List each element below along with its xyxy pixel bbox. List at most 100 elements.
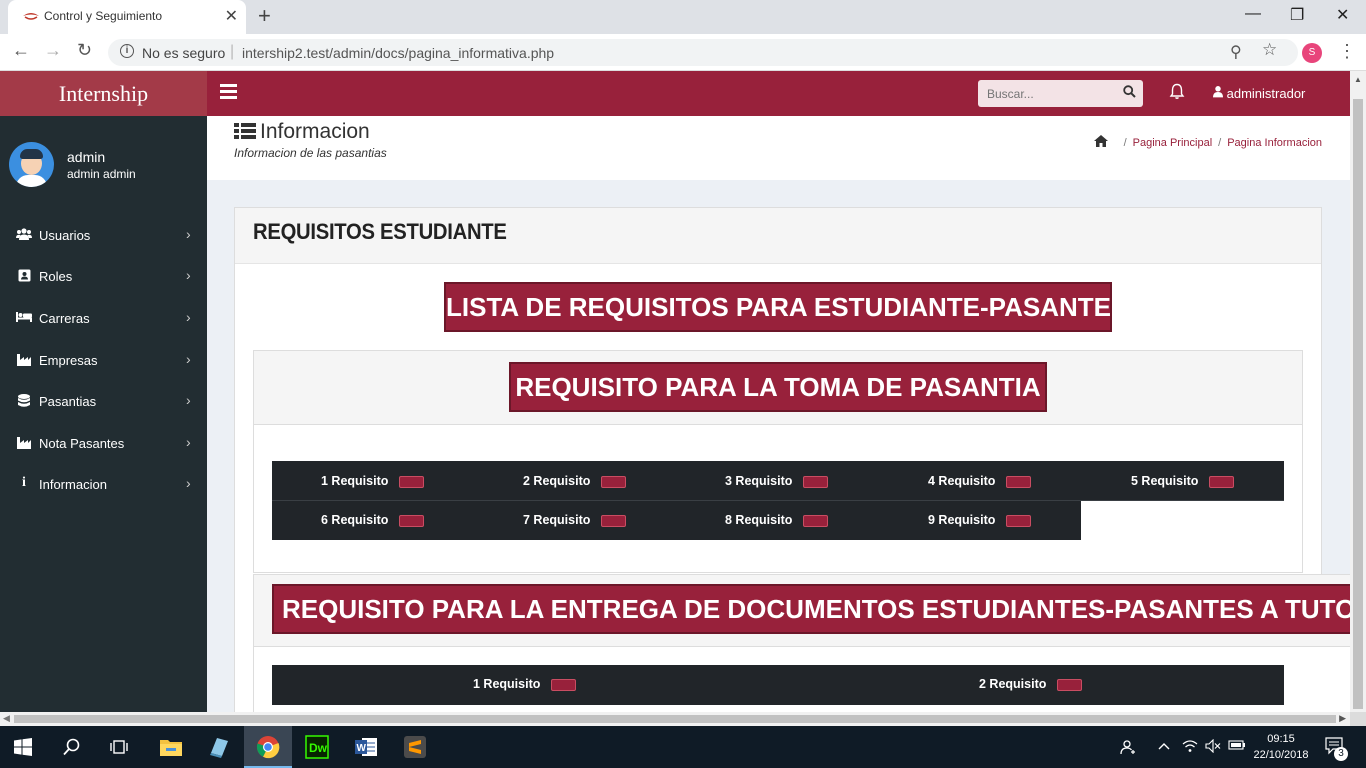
sidebar-item-label: Informacion <box>39 477 107 492</box>
scroll-up-icon[interactable]: ▲ <box>1354 75 1362 84</box>
sidebar-item-pasantias[interactable]: Pasantias › <box>0 382 207 422</box>
horizontal-scrollbar[interactable]: ◀ ▶ <box>0 712 1350 726</box>
wifi-icon[interactable] <box>1182 739 1198 756</box>
requirement-button[interactable] <box>803 476 828 488</box>
user-menu[interactable]: administrador <box>1213 85 1305 101</box>
info-icon: i <box>22 475 26 490</box>
section2-header: REQUISITO PARA LA ENTREGA DE DOCUMENTOS … <box>254 575 1350 647</box>
chevron-right-icon: › <box>186 475 191 491</box>
breadcrumb-item-informacion[interactable]: Pagina Informacion <box>1227 137 1322 149</box>
tab-close-icon[interactable]: ✕ <box>225 6 238 26</box>
chevron-right-icon: › <box>186 351 191 367</box>
site-favicon-icon <box>23 13 39 20</box>
sidebar-item-label: Carreras <box>39 311 90 326</box>
minimize-icon[interactable]: — <box>1245 5 1261 23</box>
app-icon[interactable] <box>207 735 231 759</box>
sidebar-item-label: Usuarios <box>39 228 91 243</box>
table-cell: 2 Requisito <box>474 462 676 501</box>
requirement-button[interactable] <box>551 679 576 691</box>
restore-icon[interactable]: ❐ <box>1290 5 1304 25</box>
search-icon[interactable] <box>1123 85 1136 101</box>
sidebar-user-name: admin <box>67 149 106 165</box>
requirement-label: 3 Requisito <box>725 474 793 488</box>
requirements-box: REQUISITOS ESTUDIANTE LISTA DE REQUISITO… <box>234 207 1350 712</box>
chevron-right-icon: › <box>186 226 191 242</box>
user-menu-label: administrador <box>1226 86 1306 101</box>
requirement-button[interactable] <box>1006 515 1031 527</box>
profile-avatar[interactable]: S <box>1302 43 1322 63</box>
breadcrumb-item-principal[interactable]: Pagina Principal <box>1133 137 1213 149</box>
tab-title: Control y Seguimiento <box>44 9 163 23</box>
sidebar-item-label: Empresas <box>39 353 98 368</box>
word-icon[interactable]: W <box>354 735 378 759</box>
browser-tab[interactable]: Control y Seguimiento ✕ <box>8 0 246 34</box>
top-navbar: administrador <box>207 71 1350 116</box>
new-tab-icon[interactable]: + <box>258 3 271 29</box>
forward-icon[interactable]: → <box>44 40 62 61</box>
vertical-scrollbar[interactable]: ▲ <box>1350 71 1366 712</box>
requirement-button[interactable] <box>601 476 626 488</box>
task-view-icon[interactable] <box>110 738 128 756</box>
chevron-up-icon[interactable] <box>1158 739 1170 754</box>
requirement-button[interactable] <box>399 476 424 488</box>
requirement-label: 6 Requisito <box>321 513 389 527</box>
section1-panel: REQUISITO PARA LA TOMA DE PASANTIA 1 Req… <box>253 350 1303 573</box>
system-clock[interactable]: 09:15 22/10/2018 <box>1248 731 1314 763</box>
zoom-icon[interactable]: ⚲ <box>1230 42 1242 62</box>
battery-icon[interactable] <box>1228 739 1246 754</box>
file-explorer-icon[interactable] <box>159 735 183 759</box>
windows-start-icon[interactable] <box>14 738 32 756</box>
window-close-icon[interactable]: ✕ <box>1336 5 1349 25</box>
sidebar-item-carreras[interactable]: Carreras › <box>0 299 207 339</box>
browser-menu-icon[interactable]: ⋮ <box>1338 41 1356 62</box>
list-icon <box>234 123 256 139</box>
requirement-label: 4 Requisito <box>928 474 996 488</box>
clock-date: 22/10/2018 <box>1253 749 1309 761</box>
requirement-label: 7 Requisito <box>523 513 591 527</box>
sidebar-item-usuarios[interactable]: Usuarios › <box>0 216 207 256</box>
vertical-scroll-thumb[interactable] <box>1353 99 1363 709</box>
requirement-button[interactable] <box>1057 679 1082 691</box>
sidebar-item-nota-pasantes[interactable]: Nota Pasantes › <box>0 424 207 464</box>
brand-logo[interactable]: Internship <box>0 71 207 116</box>
requirement-button[interactable] <box>399 515 424 527</box>
sidebar-item-roles[interactable]: Roles › <box>0 257 207 297</box>
requirement-button[interactable] <box>803 515 828 527</box>
section2-panel: REQUISITO PARA LA ENTREGA DE DOCUMENTOS … <box>253 574 1350 712</box>
url-text[interactable]: intership2.test/admin/docs/pagina_inform… <box>242 45 554 61</box>
dreamweaver-icon[interactable]: Dw <box>305 735 329 759</box>
requirement-button[interactable] <box>1006 476 1031 488</box>
industry-icon <box>16 436 32 452</box>
sublime-text-icon[interactable] <box>403 735 427 759</box>
chrome-icon[interactable] <box>256 735 280 759</box>
chevron-right-icon: › <box>186 434 191 450</box>
box-header: REQUISITOS ESTUDIANTE <box>235 208 1321 264</box>
sidebar-item-informacion[interactable]: i Informacion › <box>0 465 207 505</box>
search-input[interactable] <box>978 80 1116 107</box>
horizontal-scroll-thumb[interactable] <box>14 715 1336 723</box>
sidebar-toggle-icon[interactable] <box>220 84 237 99</box>
requirement-button[interactable] <box>1209 476 1234 488</box>
notifications-bell-icon[interactable] <box>1169 83 1185 105</box>
reload-icon[interactable]: ↻ <box>77 40 92 61</box>
requirement-label: 2 Requisito <box>523 474 591 488</box>
requirement-button[interactable] <box>601 515 626 527</box>
table-cell: 6 Requisito <box>272 501 474 540</box>
volume-muted-icon[interactable] <box>1205 738 1221 756</box>
avatar <box>9 142 54 187</box>
user-icon <box>1213 86 1223 98</box>
bookmark-star-icon[interactable]: ☆ <box>1262 40 1277 60</box>
sidebar-item-label: Pasantias <box>39 394 97 409</box>
sidebar-item-empresas[interactable]: Empresas › <box>0 341 207 381</box>
search-icon[interactable] <box>63 738 81 756</box>
scroll-left-icon[interactable]: ◀ <box>3 713 10 724</box>
info-icon[interactable]: i <box>120 44 134 58</box>
back-icon[interactable]: ← <box>12 40 30 61</box>
home-icon[interactable] <box>1093 134 1112 149</box>
people-icon[interactable] <box>1120 739 1136 758</box>
table-cell: 9 Requisito <box>878 501 1080 540</box>
requirement-label: 5 Requisito <box>1131 474 1199 488</box>
search-box <box>978 80 1143 107</box>
scroll-right-icon[interactable]: ▶ <box>1339 713 1346 724</box>
url-field[interactable]: i No es seguro | intership2.test/admin/d… <box>108 39 1298 66</box>
